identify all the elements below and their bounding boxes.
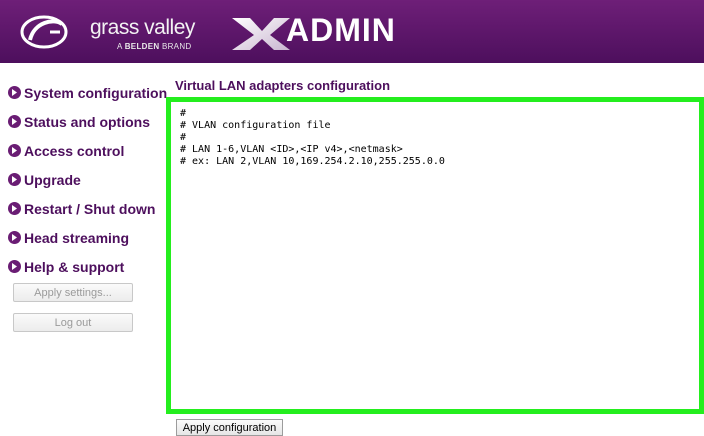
chevron-right-icon [8,115,21,128]
sidebar-item-system-configuration[interactable]: System configuration [8,78,168,107]
brand-sub-suffix: BRAND [161,42,192,51]
sidebar-item-access-control[interactable]: Access control [8,136,168,165]
apply-settings-button[interactable]: Apply settings... [13,283,133,302]
sidebar-item-label: Access control [24,142,125,159]
sidebar-item-upgrade[interactable]: Upgrade [8,165,168,194]
brand-name: grass valley [90,16,195,39]
brand-sub-prefix: A [117,42,123,51]
sidebar-item-help-support[interactable]: Help & support [8,252,168,281]
brand-sub-bold: BELDEN [124,42,160,51]
sidebar-item-head-streaming[interactable]: Head streaming [8,223,168,252]
sidebar-item-label: Help & support [24,258,125,275]
sidebar-item-status-and-options[interactable]: Status and options [8,107,168,136]
sidebar-item-label: System configuration [24,84,168,101]
sidebar-item-label: Upgrade [24,171,81,188]
chevron-right-icon [8,260,21,273]
chevron-right-icon [8,173,21,186]
page-title: Virtual LAN adapters configuration [175,78,391,93]
product-name: ADMIN [286,12,396,48]
sidebar-item-label: Status and options [24,113,150,130]
grass-valley-logo-icon [20,15,68,49]
chevron-right-icon [8,144,21,157]
chevron-right-icon [8,86,21,99]
chevron-right-icon [8,202,21,215]
logout-button[interactable]: Log out [13,313,133,332]
sidebar-item-restart-shut-down[interactable]: Restart / Shut down [8,194,168,223]
apply-configuration-button[interactable]: Apply configuration [176,419,283,436]
sidebar-item-label: Restart / Shut down [24,200,156,217]
sidebar-item-label: Head streaming [24,229,130,246]
brand-subtitle: A BELDEN BRAND [117,42,191,51]
chevron-right-icon [8,231,21,244]
vlan-config-textarea[interactable]: # # VLAN configuration file # # LAN 1-6,… [166,97,704,414]
config-text[interactable]: # # VLAN configuration file # # LAN 1-6,… [171,102,699,168]
sidebar-nav: System configuration Status and options … [8,78,168,281]
app-header: grass valley A BELDEN BRAND ADMIN [0,0,704,63]
